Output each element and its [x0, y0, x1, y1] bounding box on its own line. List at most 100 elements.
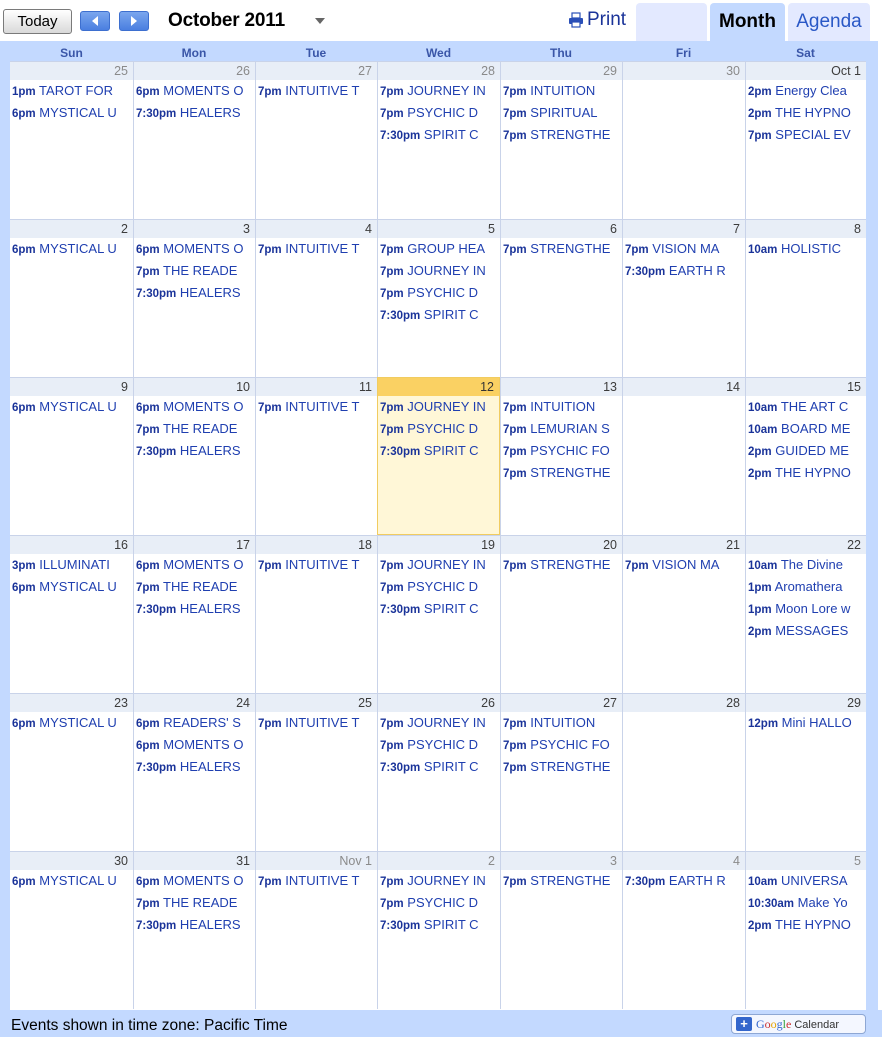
calendar-event[interactable]: 7pm JOURNEY IN	[380, 260, 500, 282]
calendar-event[interactable]: 6pm MYSTICAL U	[12, 576, 133, 598]
calendar-event[interactable]: 7pm STRENGTHE	[503, 756, 622, 778]
calendar-event[interactable]: 7pm THE READE	[136, 576, 255, 598]
day-cell[interactable]: 26 6pm MOMENTS O 7:30pm HEALERS	[133, 61, 255, 219]
day-cell[interactable]: 4 7:30pm EARTH R	[622, 851, 745, 1009]
day-number[interactable]: 12	[378, 378, 499, 396]
calendar-event[interactable]: 7pm SPECIAL EV	[748, 124, 866, 146]
calendar-event[interactable]: 7pm THE READE	[136, 418, 255, 440]
day-cell[interactable]: 31 6pm MOMENTS O 7pm THE READE 7:30pm HEALE…	[133, 851, 255, 1009]
day-number[interactable]: 17	[134, 536, 255, 554]
day-number[interactable]: 11	[256, 378, 377, 396]
calendar-event[interactable]: 7:30pm HEALERS	[136, 440, 255, 462]
day-number[interactable]: 24	[134, 694, 255, 712]
calendar-event[interactable]: 10am BOARD ME	[748, 418, 866, 440]
calendar-event[interactable]: 6pm MYSTICAL U	[12, 102, 133, 124]
calendar-event[interactable]: 6pm MYSTICAL U	[12, 712, 133, 734]
print-link[interactable]: Print	[568, 9, 626, 31]
day-number[interactable]: 8	[746, 220, 866, 238]
google-calendar-badge[interactable]: + Google Calendar	[731, 1014, 866, 1034]
day-cell[interactable]: 5 7pm GROUP HEA 7pm JOURNEY IN 7pm PSYCHIC …	[377, 219, 500, 377]
day-cell[interactable]: 29 7pm INTUITION 7pm SPIRITUAL 7pm STRENGTH…	[500, 61, 622, 219]
calendar-event[interactable]: 7pm PSYCHIC FO	[503, 734, 622, 756]
calendar-event[interactable]: 7:30pm SPIRIT C	[380, 756, 500, 778]
previous-period-button[interactable]	[80, 11, 110, 31]
day-cell[interactable]: 23 6pm MYSTICAL U	[10, 693, 133, 851]
day-cell[interactable]: 24 6pm READERS' S 6pm MOMENTS O 7:30pm HEAL…	[133, 693, 255, 851]
tab-agenda[interactable]: Agenda	[788, 3, 870, 41]
day-cell[interactable]: 3 6pm MOMENTS O 7pm THE READE 7:30pm HEALER…	[133, 219, 255, 377]
day-cell[interactable]: 19 7pm JOURNEY IN 7pm PSYCHIC D 7:30pm SPIR…	[377, 535, 500, 693]
day-number[interactable]: 14	[623, 378, 745, 396]
day-cell[interactable]: 9 6pm MYSTICAL U	[10, 377, 133, 535]
calendar-event[interactable]: 7pm PSYCHIC D	[380, 892, 500, 914]
day-number[interactable]: 2	[10, 220, 133, 238]
calendar-event[interactable]: 10am The Divine	[748, 554, 866, 576]
day-cell[interactable]: 6 7pm STRENGTHE	[500, 219, 622, 377]
day-number[interactable]: 13	[501, 378, 622, 396]
day-number[interactable]: 10	[134, 378, 255, 396]
day-cell[interactable]: 8 10am HOLISTIC	[745, 219, 866, 377]
calendar-event[interactable]: 2pm Energy Clea	[748, 80, 866, 102]
calendar-event[interactable]: 6pm MOMENTS O	[136, 870, 255, 892]
calendar-event[interactable]: 6pm MYSTICAL U	[12, 238, 133, 260]
calendar-event[interactable]: 7pm VISION MA	[625, 554, 745, 576]
next-period-button[interactable]	[119, 11, 149, 31]
calendar-event[interactable]: 2pm MESSAGES	[748, 620, 866, 642]
day-number[interactable]: Oct 1	[746, 62, 866, 80]
calendar-event[interactable]: 7pm LEMURIAN S	[503, 418, 622, 440]
calendar-event[interactable]: 2pm THE HYPNO	[748, 462, 866, 484]
day-cell[interactable]: 30 6pm MYSTICAL U	[10, 851, 133, 1009]
calendar-event[interactable]: 7pm STRENGTHE	[503, 238, 622, 260]
day-cell[interactable]: 2 7pm JOURNEY IN 7pm PSYCHIC D 7:30pm SPIRI…	[377, 851, 500, 1009]
day-number[interactable]: 3	[501, 852, 622, 870]
calendar-event[interactable]: 7pm JOURNEY IN	[380, 80, 500, 102]
calendar-event[interactable]: 6pm MYSTICAL U	[12, 870, 133, 892]
day-cell[interactable]: 15 10am THE ART C 10am BOARD ME 2pm GUIDED …	[745, 377, 866, 535]
triangle-down-icon[interactable]	[313, 15, 327, 27]
day-number[interactable]: 6	[501, 220, 622, 238]
day-number[interactable]: 22	[746, 536, 866, 554]
day-number[interactable]: 9	[10, 378, 133, 396]
calendar-event[interactable]: 7pm STRENGTHE	[503, 554, 622, 576]
calendar-event[interactable]: 6pm MOMENTS O	[136, 554, 255, 576]
day-number[interactable]: 30	[623, 62, 745, 80]
day-cell[interactable]: 18 7pm INTUITIVE T	[255, 535, 377, 693]
day-number[interactable]: 4	[256, 220, 377, 238]
day-cell[interactable]: 28 7pm JOURNEY IN 7pm PSYCHIC D 7:30pm SPIR…	[377, 61, 500, 219]
day-number[interactable]: 20	[501, 536, 622, 554]
calendar-event[interactable]: 7:30pm HEALERS	[136, 756, 255, 778]
calendar-event[interactable]: 3pm ILLUMINATI	[12, 554, 133, 576]
day-cell[interactable]: 25 7pm INTUITIVE T	[255, 693, 377, 851]
calendar-event[interactable]: 7pm INTUITION	[503, 80, 622, 102]
calendar-event[interactable]: 7pm INTUITION	[503, 712, 622, 734]
calendar-event[interactable]: 7:30pm EARTH R	[625, 260, 745, 282]
calendar-event[interactable]: 7:30pm HEALERS	[136, 282, 255, 304]
day-number[interactable]: 31	[134, 852, 255, 870]
day-number[interactable]: 4	[623, 852, 745, 870]
calendar-event[interactable]: 7pm STRENGTHE	[503, 462, 622, 484]
calendar-event[interactable]: 7:30pm HEALERS	[136, 102, 255, 124]
calendar-event[interactable]: 7pm PSYCHIC D	[380, 576, 500, 598]
day-cell[interactable]: 3 7pm STRENGTHE	[500, 851, 622, 1009]
day-number[interactable]: 30	[10, 852, 133, 870]
day-number[interactable]: 19	[378, 536, 500, 554]
day-number[interactable]: 26	[134, 62, 255, 80]
day-cell[interactable]: 7 7pm VISION MA 7:30pm EARTH R	[622, 219, 745, 377]
day-cell[interactable]: 5 10am UNIVERSA 10:30am Make Yo 2pm THE HYP…	[745, 851, 866, 1009]
calendar-event[interactable]: 7pm VISION MA	[625, 238, 745, 260]
calendar-event[interactable]: 6pm MYSTICAL U	[12, 396, 133, 418]
day-number[interactable]: 16	[10, 536, 133, 554]
calendar-event[interactable]: 7:30pm SPIRIT C	[380, 914, 500, 936]
day-number[interactable]: 5	[378, 220, 500, 238]
calendar-event[interactable]: 10am UNIVERSA	[748, 870, 866, 892]
calendar-event[interactable]: 6pm MOMENTS O	[136, 734, 255, 756]
day-cell[interactable]: 30	[622, 61, 745, 219]
calendar-event[interactable]: 10:30am Make Yo	[748, 892, 866, 914]
day-cell-today[interactable]: 12 7pm JOURNEY IN 7pm PSYCHIC D 7:30pm SPIR…	[377, 377, 500, 535]
calendar-event[interactable]: 7:30pm HEALERS	[136, 598, 255, 620]
calendar-event[interactable]: 7pm JOURNEY IN	[380, 712, 500, 734]
day-number[interactable]: 23	[10, 694, 133, 712]
calendar-event[interactable]: 7pm PSYCHIC D	[380, 282, 500, 304]
day-number[interactable]: 28	[623, 694, 745, 712]
day-number[interactable]: 26	[378, 694, 500, 712]
